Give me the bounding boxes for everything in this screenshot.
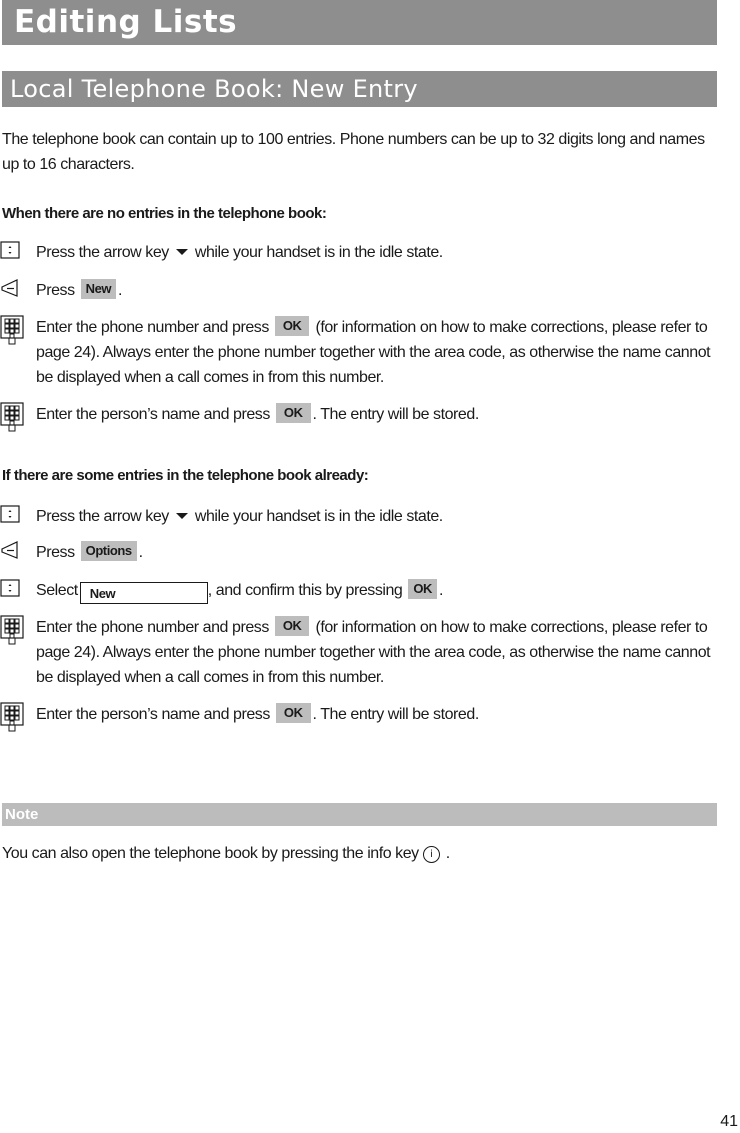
navigation-key-icon [0,578,20,603]
info-key-icon: i [422,846,440,863]
arrow-down-icon [175,249,188,255]
page-number: 41 [720,1113,738,1130]
softkey-icon [0,540,20,565]
keypad-icon [0,702,24,737]
note-text: You can also open the telephone book by … [2,845,450,863]
intro-paragraph: The telephone book can contain up to 100… [2,131,705,173]
arrow-down-icon [175,513,188,519]
keypad-icon [0,402,24,437]
softkey-ok: OK [408,579,437,599]
softkey-ok: OK [275,403,311,423]
navigation-key-icon [0,504,20,529]
navigation-key-icon [0,240,20,265]
case-existing-heading: If there are some entries in the telepho… [2,467,369,484]
step-text: Select New, and confirm this by pressing … [36,578,716,604]
softkey-ok: OK [275,703,311,723]
step-text: Enter the phone number and press OK (for… [36,316,711,386]
softkey-ok: OK [274,316,310,336]
case-empty-heading: When there are no entries in the telepho… [2,205,327,222]
menu-item-new: New [79,582,208,604]
step-text: Enter the person’s name and press OK. Th… [36,403,479,423]
step-text: Press the arrow key while your handset is… [36,244,443,261]
chapter-title: Editing Lists [2,0,717,45]
softkey-new: New [80,279,117,299]
softkey-icon [0,278,20,303]
softkey-ok: OK [274,616,310,636]
step-text: Enter the phone number and press OK (for… [36,616,711,686]
step-text: Press the arrow key while your handset is… [36,508,443,525]
step-text: Press Options. [36,541,143,561]
step-text: Press New. [36,279,123,299]
step-text: Enter the person’s name and press OK. Th… [36,703,479,723]
note-heading: Note [2,803,717,826]
softkey-options: Options [80,541,137,561]
keypad-icon [0,315,24,350]
section-title: Local Telephone Book: New Entry [2,71,717,107]
keypad-icon [0,615,24,650]
